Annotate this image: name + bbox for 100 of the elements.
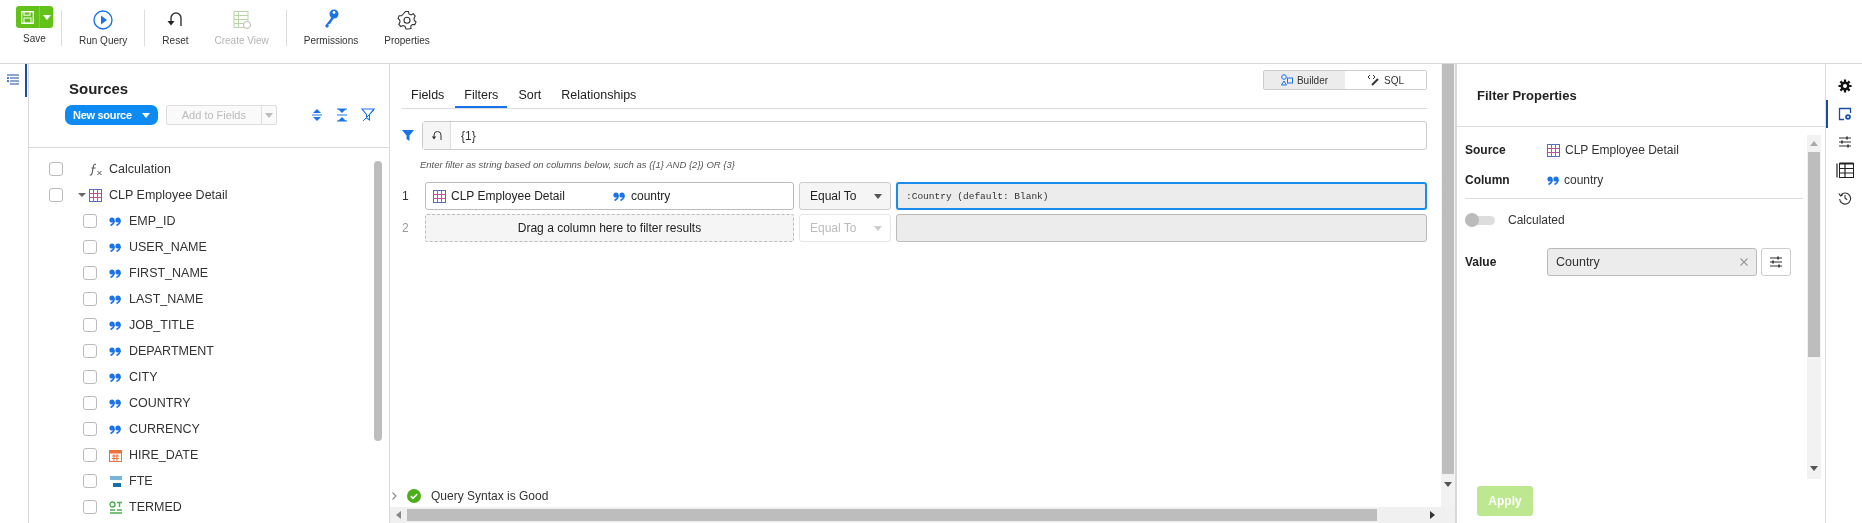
sliders-icon	[1838, 136, 1852, 148]
scrollbar[interactable]	[1442, 64, 1454, 474]
checkbox[interactable]	[83, 292, 97, 306]
checkbox[interactable]	[49, 162, 63, 176]
settings-icon	[397, 10, 418, 30]
checkbox[interactable]	[83, 500, 97, 514]
filter-icon[interactable]	[359, 106, 377, 124]
toolbar-button[interactable]: Reset	[149, 6, 202, 46]
shapes-icon	[1280, 74, 1293, 86]
clear-icon[interactable]	[1740, 258, 1748, 266]
options-button[interactable]	[1761, 248, 1791, 276]
checkbox[interactable]	[83, 318, 97, 332]
checkbox[interactable]	[83, 474, 97, 488]
mode-toggle-button[interactable]: Builder	[1264, 71, 1345, 89]
tree-item-label[interactable]: CLP Employee Detail	[109, 188, 228, 202]
toolbar-button[interactable]: Run Query	[66, 6, 141, 46]
settings-icon	[1838, 79, 1852, 93]
checkbox[interactable]	[83, 344, 97, 358]
tree-item-label[interactable]: HIRE_DATE	[129, 448, 199, 462]
tree-item-label[interactable]: EMP_ID	[129, 214, 176, 228]
field-label: Column	[1465, 173, 1511, 187]
quote-icon	[109, 216, 121, 226]
column-name: country	[1564, 173, 1604, 187]
value-field[interactable]	[896, 214, 1427, 242]
caret-icon	[264, 112, 273, 118]
save-button[interactable]	[16, 6, 53, 28]
tree-item-label[interactable]: CITY	[129, 370, 158, 384]
toolbar-button[interactable]: Permissions	[290, 6, 372, 46]
scroll-down-icon[interactable]	[1810, 466, 1818, 471]
quote-icon	[1547, 175, 1559, 185]
tree-item-label[interactable]: COUNTRY	[129, 396, 191, 410]
tab[interactable]: Filters	[455, 86, 508, 108]
checkbox[interactable]	[83, 240, 97, 254]
value-field[interactable]: :Country (default: Blank)	[896, 182, 1427, 210]
scroll-left-icon[interactable]	[396, 511, 401, 519]
drop-zone[interactable]: Drag a column here to filter results	[425, 214, 794, 242]
save-label: Save	[23, 33, 46, 44]
scroll-up-icon[interactable]	[1810, 141, 1818, 146]
quote-icon	[109, 242, 121, 252]
scroll-down-icon[interactable]	[1444, 482, 1452, 487]
column-name: country	[631, 189, 671, 203]
play-icon	[93, 10, 114, 30]
tab[interactable]: Relationships	[552, 86, 646, 108]
tree-list-icon[interactable]	[7, 74, 19, 85]
tree-item-label[interactable]: DEPARTMENT	[129, 344, 214, 358]
toggle-switch[interactable]	[1465, 215, 1495, 225]
tree-item-label[interactable]: FTE	[129, 474, 153, 488]
toggle-label: Calculated	[1508, 213, 1565, 227]
tab[interactable]: Fields	[402, 86, 454, 108]
tab[interactable]: Sort	[509, 86, 551, 108]
caret-icon	[874, 225, 882, 231]
scrollbar[interactable]	[407, 509, 1377, 521]
tree-item-label[interactable]: FIRST_NAME	[129, 266, 209, 280]
checkbox[interactable]	[83, 422, 97, 436]
tree-item-label[interactable]: Calculation	[109, 162, 171, 176]
table-icon	[89, 188, 102, 202]
checkbox[interactable]	[49, 188, 63, 202]
table-icon	[1836, 161, 1854, 179]
column-chip[interactable]: CLP Employee Detail country	[425, 182, 794, 210]
chevron-icon[interactable]	[392, 492, 397, 500]
tree-item-label[interactable]: CURRENCY	[129, 422, 200, 436]
source-name: CLP Employee Detail	[1565, 143, 1679, 157]
scrollbar[interactable]	[1808, 152, 1820, 357]
new-source-button[interactable]: New source	[65, 105, 158, 125]
quote-icon	[109, 268, 121, 278]
checkbox[interactable]	[83, 266, 97, 280]
tree-item-label[interactable]: TERMED	[129, 500, 182, 514]
collapse-all-icon[interactable]	[334, 106, 350, 124]
table-view-icon	[231, 10, 252, 30]
panel-title: Sources	[69, 80, 130, 97]
dropdown-caret-icon	[42, 14, 51, 20]
field-label: Source	[1465, 143, 1507, 157]
toolbar-button[interactable]: Properties	[371, 6, 443, 46]
quote-icon	[109, 372, 121, 382]
quote-icon	[109, 294, 121, 304]
tree-item-label[interactable]: USER_NAME	[129, 240, 207, 254]
scroll-right-icon[interactable]	[1430, 511, 1435, 519]
value-field[interactable]: Country	[1547, 248, 1757, 276]
panel-title: Filter Properties	[1457, 64, 1825, 127]
calendar-icon	[109, 448, 122, 462]
undo-icon	[431, 130, 442, 141]
row-number: 1	[402, 188, 410, 205]
status-message: Query Syntax is Good	[431, 489, 549, 503]
operator-dropdown[interactable]: Equal To	[799, 182, 891, 210]
scrollbar[interactable]	[374, 161, 382, 441]
row-number: 2	[402, 220, 410, 237]
quote-icon	[109, 424, 121, 434]
decimal-icon	[109, 474, 123, 488]
tree-item-label[interactable]: JOB_TITLE	[129, 318, 195, 332]
checkbox[interactable]	[83, 396, 97, 410]
checkbox[interactable]	[83, 448, 97, 462]
checkbox[interactable]	[83, 370, 97, 384]
checkbox[interactable]	[83, 214, 97, 228]
expand-caret-icon[interactable]	[78, 191, 86, 199]
table-icon	[1547, 143, 1560, 157]
hint-text: Enter filter as string based on columns below, such as ({1} AND {2}) OR {3}	[420, 159, 736, 170]
tree-item-label[interactable]: LAST_NAME	[129, 292, 204, 306]
undo-button[interactable]	[423, 122, 451, 149]
caret-icon	[874, 193, 882, 199]
expand-all-icon[interactable]	[309, 106, 325, 124]
